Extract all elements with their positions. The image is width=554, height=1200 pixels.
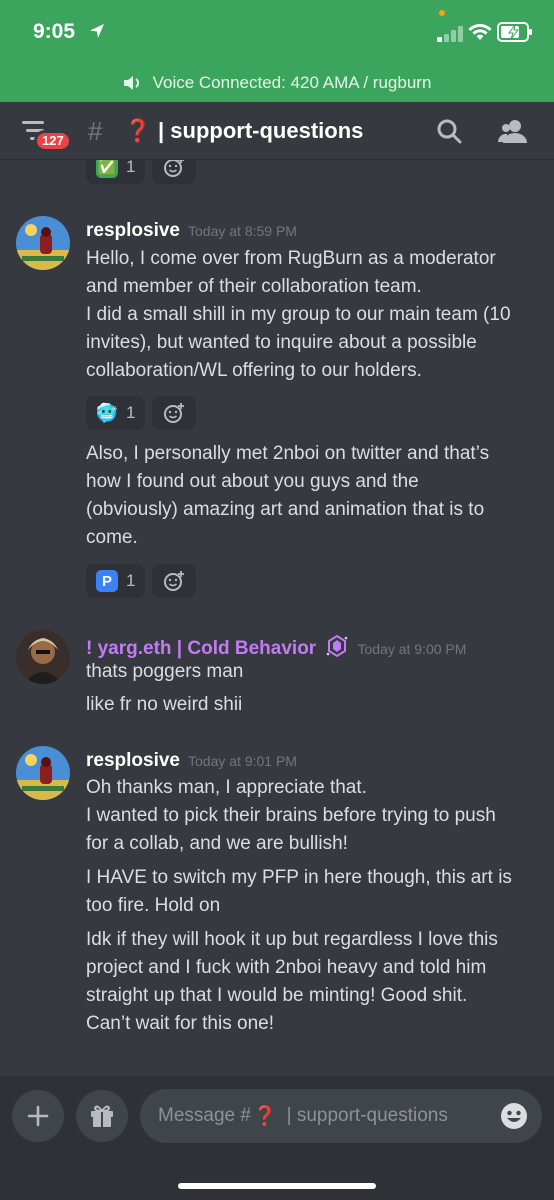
message-timestamp: Today at 9:00 PM [357,641,467,657]
avatar-image [16,630,70,684]
message-line: thats poggers man [86,661,244,682]
avatar-image [16,746,70,800]
reaction-count: 1 [126,571,136,590]
message-author[interactable]: resplosive Today at 9:01 PM [86,750,297,772]
message-line: (obviously) amazing art and animation th… [86,499,485,520]
reaction-count: 1 [126,160,136,176]
status-bar: 9:05 [0,0,554,64]
message-line: Also, I personally met 2nboi on twitter … [86,443,490,464]
author-name[interactable]: resplosive [86,220,180,241]
unread-mentions-badge: 127 [34,130,72,152]
emoji-picker-icon[interactable] [500,1102,528,1130]
search-icon[interactable] [436,118,462,144]
channel-header: 127 # ❓ | support-questions [0,102,554,160]
privacy-indicator [439,10,445,16]
channel-name[interactable]: | support-questions [158,118,363,144]
author-name[interactable]: resplosive [86,750,180,771]
gift-icon [91,1105,113,1127]
avatar[interactable] [16,630,70,684]
message-composer: Message # ❓ | support-questions [0,1076,554,1200]
add-reaction-button[interactable] [152,160,196,184]
placeholder-emoji: ❓ [252,1106,277,1127]
message-line: project and I fuck with 2nboi heavy and … [86,957,487,978]
message-line: collaboration/WL offering to our holders… [86,360,422,381]
cellular-signal-icon [437,26,463,42]
voice-connected-banner[interactable]: Voice Connected: 420 AMA / rugburn [0,64,554,102]
location-arrow-icon [90,24,104,38]
add-reaction-button[interactable] [152,396,196,430]
message-line: Oh thanks man, I appreciate that. [86,777,367,798]
home-indicator [178,1183,376,1189]
message-input[interactable]: Message # ❓ | support-questions [140,1089,542,1143]
message-line: invites), but wanted to inquire about a … [86,332,477,353]
wifi-icon [468,23,492,40]
message-line: Can’t wait for this one! [86,1013,274,1034]
reaction-count: 1 [126,403,136,422]
status-time: 9:05 [33,20,76,43]
message-line: straight up that I would be minting! Goo… [86,985,468,1006]
message-list[interactable]: ✅ 1 resplosive Today at 8:59 PM Hello, I … [0,160,554,1076]
message-timestamp: Today at 8:59 PM [188,223,297,239]
channel-hash-icon: # [88,116,103,146]
message-line: come. [86,527,138,548]
cold-face-emoji: 🥶 [95,402,119,423]
check-mark-emoji: ✅ [96,160,118,178]
author-name[interactable]: ! yarg.eth | Cold Behavior [86,638,316,659]
add-reaction-icon [164,160,184,177]
add-reaction-icon [164,403,184,423]
attach-button[interactable] [12,1090,64,1142]
message-line: and member of their collaboration team. [86,276,422,297]
message-line: I did a small shill in my group to our m… [86,304,511,325]
members-icon[interactable] [498,118,528,144]
channel-emoji: ❓ [124,118,152,143]
avatar-image [16,216,70,270]
message-timestamp: Today at 9:01 PM [188,753,297,769]
placeholder-channel: | support-questions [286,1105,448,1126]
message-author[interactable]: resplosive Today at 8:59 PM [86,220,297,242]
speaker-icon [123,76,139,90]
battery-charging-icon [497,22,532,42]
placeholder-prefix: Message # [158,1105,251,1126]
avatar[interactable] [16,746,70,800]
add-reaction-icon [164,571,184,591]
message-line: I HAVE to switch my PFP in here though, … [86,867,512,888]
avatar[interactable] [16,216,70,270]
p-button-emoji: P [96,570,118,592]
message-line: I wanted to pick their brains before try… [86,805,496,826]
voice-connected-text: Voice Connected: 420 AMA / rugburn [152,73,432,92]
message-line: for a collab, and we are bullish! [86,833,348,854]
reaction-p-button[interactable]: P 1 [86,564,146,598]
add-reaction-button[interactable] [152,564,196,598]
reaction-check[interactable]: ✅ 1 [86,160,146,184]
message-line: Hello, I come over from RugBurn as a mod… [86,248,496,269]
message-line: how I found out about you guys and the [86,471,419,492]
plus-icon [27,1105,49,1127]
message-line: Idk if they will hook it up but regardle… [86,929,498,950]
message-line: like fr no weird shii [86,694,243,715]
message-author[interactable]: ! yarg.eth | Cold Behavior Today at 9:00… [86,634,466,660]
role-badge-icon [327,634,348,658]
gift-button[interactable] [76,1090,128,1142]
reaction-cold-face[interactable]: 🥶 1 [86,396,146,430]
message-line: too fire. Hold on [86,895,221,916]
